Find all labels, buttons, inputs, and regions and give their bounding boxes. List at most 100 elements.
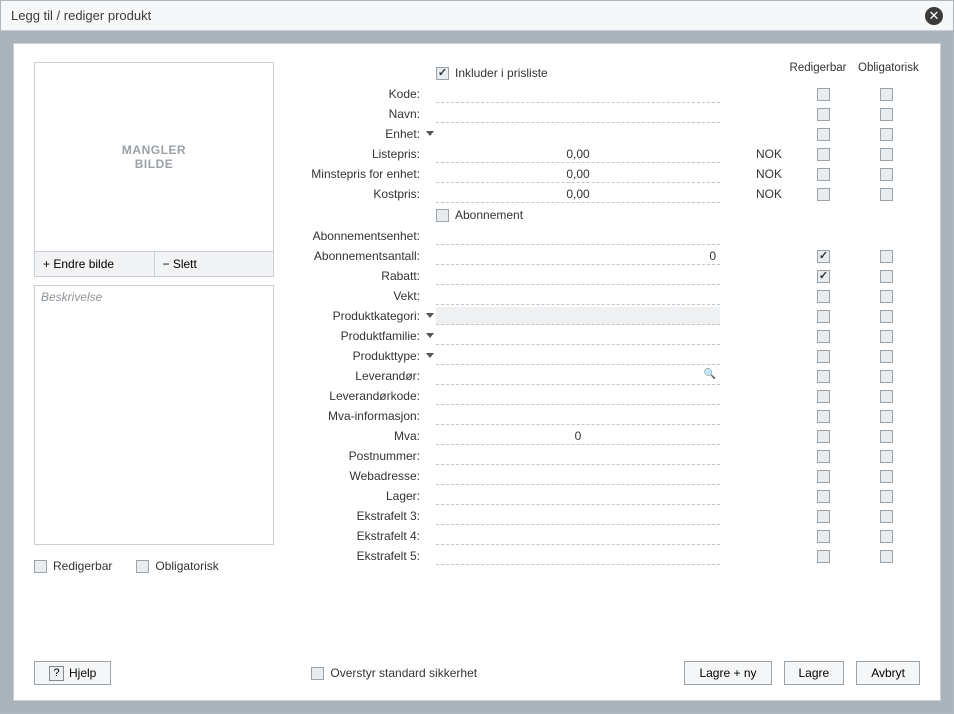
mandatory-checkbox-leverandorkode[interactable] <box>880 390 893 403</box>
cancel-button[interactable]: Avbryt <box>856 661 920 685</box>
input-mva_info[interactable] <box>436 407 720 425</box>
override-security-label: Overstyr standard sikkerhet <box>330 666 477 680</box>
description-textarea[interactable]: Beskrivelse <box>34 285 274 545</box>
mandatory-checkbox-kode[interactable] <box>880 88 893 101</box>
editable-checkbox-ekstra4[interactable] <box>817 530 830 543</box>
mandatory-checkbox-ekstra3[interactable] <box>880 510 893 523</box>
help-button[interactable]: ? Hjelp <box>34 661 111 685</box>
field-row-lager: Lager: <box>294 486 920 506</box>
input-kode[interactable] <box>436 85 720 103</box>
mandatory-checkbox-familie[interactable] <box>880 330 893 343</box>
mandatory-checkbox-postnummer[interactable] <box>880 450 893 463</box>
field-row-kode: Kode: <box>294 84 920 104</box>
editable-checkbox-leverandorkode[interactable] <box>817 390 830 403</box>
input-listepris[interactable]: 0,00 <box>436 145 720 163</box>
input-navn[interactable] <box>436 105 720 123</box>
input-postnummer[interactable] <box>436 447 720 465</box>
subscription-checkbox[interactable] <box>436 209 449 222</box>
input-webadresse[interactable] <box>436 467 720 485</box>
mandatory-checkbox-minstepris[interactable] <box>880 168 893 181</box>
mandatory-checkbox-navn[interactable] <box>880 108 893 121</box>
mandatory-checkbox-ekstra5[interactable] <box>880 550 893 563</box>
mandatory-checkbox-vekt[interactable] <box>880 290 893 303</box>
chevron-down-icon[interactable] <box>426 333 434 338</box>
input-ekstra4[interactable] <box>436 527 720 545</box>
input-lager[interactable] <box>436 487 720 505</box>
search-icon[interactable]: 🔍 <box>704 369 716 380</box>
editable-checkbox-ekstra5[interactable] <box>817 550 830 563</box>
editable-checkbox-kostpris[interactable] <box>817 188 830 201</box>
change-image-button[interactable]: + Endre bilde <box>35 252 155 276</box>
save-new-button[interactable]: Lagre + ny <box>684 661 771 685</box>
editable-checkbox-ekstra3[interactable] <box>817 510 830 523</box>
mandatory-checkbox-lager[interactable] <box>880 490 893 503</box>
save-button[interactable]: Lagre <box>784 661 845 685</box>
input-minstepris[interactable]: 0,00 <box>436 165 720 183</box>
input-abon_antall[interactable]: 0 <box>436 247 720 265</box>
editable-checkbox-minstepris[interactable] <box>817 168 830 181</box>
editable-checkbox-webadresse[interactable] <box>817 470 830 483</box>
mandatory-checkbox-rabatt[interactable] <box>880 270 893 283</box>
label-rabatt: Rabatt: <box>294 269 424 283</box>
input-familie[interactable] <box>436 327 720 345</box>
include-pricelist-checkbox[interactable] <box>436 67 449 80</box>
field-row-postnummer: Postnummer: <box>294 446 920 466</box>
mandatory-checkbox-leverandor[interactable] <box>880 370 893 383</box>
editable-checkbox-vekt[interactable] <box>817 290 830 303</box>
editable-checkbox-kode[interactable] <box>817 88 830 101</box>
label-kostpris: Kostpris: <box>294 187 424 201</box>
help-icon: ? <box>49 666 64 681</box>
field-row-ptype: Produkttype: <box>294 346 920 366</box>
mandatory-checkbox-abon_antall[interactable] <box>880 250 893 263</box>
label-kode: Kode: <box>294 87 424 101</box>
input-leverandor[interactable]: 🔍 <box>436 367 720 385</box>
mandatory-checkbox-kostpris[interactable] <box>880 188 893 201</box>
editable-checkbox-kategori[interactable] <box>817 310 830 323</box>
input-leverandorkode[interactable] <box>436 387 720 405</box>
field-row-enhet: Enhet: <box>294 124 920 144</box>
editable-checkbox-listepris[interactable] <box>817 148 830 161</box>
field-row-minstepris: Minstepris for enhet:0,00NOK <box>294 164 920 184</box>
mandatory-checkbox-enhet[interactable] <box>880 128 893 141</box>
input-abon_enhet[interactable] <box>436 227 720 245</box>
input-ekstra5[interactable] <box>436 547 720 565</box>
input-ekstra3[interactable] <box>436 507 720 525</box>
chevron-down-icon[interactable] <box>426 313 434 318</box>
delete-image-button[interactable]: − Slett <box>155 252 274 276</box>
editable-checkbox-postnummer[interactable] <box>817 450 830 463</box>
col-editable: Redigerbar <box>788 62 848 80</box>
close-icon[interactable]: ✕ <box>925 7 943 25</box>
editable-checkbox-familie[interactable] <box>817 330 830 343</box>
editable-checkbox-navn[interactable] <box>817 108 830 121</box>
chevron-down-icon[interactable] <box>426 131 434 136</box>
editable-checkbox-ptype[interactable] <box>817 350 830 363</box>
chevron-down-icon[interactable] <box>426 353 434 358</box>
titlebar: Legg til / rediger produkt ✕ <box>1 1 953 31</box>
editable-checkbox-lager[interactable] <box>817 490 830 503</box>
mandatory-checkbox-listepris[interactable] <box>880 148 893 161</box>
label-mva_info: Mva-informasjon: <box>294 409 424 423</box>
mandatory-checkbox-mva_info[interactable] <box>880 410 893 423</box>
editable-checkbox-leverandor[interactable] <box>817 370 830 383</box>
label-vekt: Vekt: <box>294 289 424 303</box>
mandatory-checkbox-mva[interactable] <box>880 430 893 443</box>
override-security-checkbox[interactable] <box>311 667 324 680</box>
mandatory-checkbox-ekstra4[interactable] <box>880 530 893 543</box>
input-ptype[interactable] <box>436 347 720 365</box>
input-vekt[interactable] <box>436 287 720 305</box>
mandatory-checkbox-kategori[interactable] <box>880 310 893 323</box>
editable-checkbox-mva[interactable] <box>817 430 830 443</box>
mandatory-checkbox-webadresse[interactable] <box>880 470 893 483</box>
mandatory-checkbox-ptype[interactable] <box>880 350 893 363</box>
editable-checkbox-abon_antall[interactable] <box>817 250 830 263</box>
input-rabatt[interactable] <box>436 267 720 285</box>
left-editable-checkbox[interactable] <box>34 560 47 573</box>
editable-checkbox-rabatt[interactable] <box>817 270 830 283</box>
editable-checkbox-mva_info[interactable] <box>817 410 830 423</box>
input-kategori[interactable] <box>436 307 720 325</box>
left-mandatory-checkbox[interactable] <box>136 560 149 573</box>
input-mva[interactable]: 0 <box>436 427 720 445</box>
editable-checkbox-enhet[interactable] <box>817 128 830 141</box>
label-leverandor: Leverandør: <box>294 369 424 383</box>
input-kostpris[interactable]: 0,00 <box>436 185 720 203</box>
